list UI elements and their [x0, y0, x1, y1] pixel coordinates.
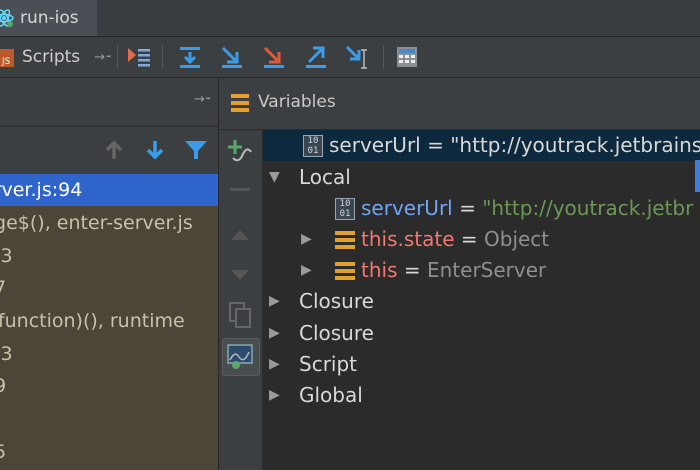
- variable-row[interactable]: ▶ this.state = Object: [263, 224, 700, 255]
- scope-script[interactable]: ▶ Script: [263, 349, 700, 380]
- toolbar-divider: [383, 45, 384, 69]
- evaluate-expression-icon[interactable]: [392, 37, 422, 77]
- variables-side-toolbar: [219, 130, 263, 470]
- variables-header: Variables: [219, 78, 700, 130]
- equals-sign: =: [420, 133, 451, 157]
- remove-watch-icon[interactable]: [230, 188, 250, 191]
- collapsed-arrow-icon[interactable]: ▶: [269, 318, 283, 349]
- scope-closure[interactable]: ▶ Closure: [263, 318, 700, 349]
- variable-row[interactable]: 10 01 serverUrl = "http://youtrack.jetbr: [263, 193, 700, 224]
- equals-sign: =: [452, 196, 483, 220]
- frame-item[interactable]: 39: [0, 370, 218, 402]
- step-out-icon[interactable]: [300, 37, 332, 77]
- variable-name: this: [361, 258, 398, 282]
- collapsed-arrow-icon[interactable]: ▶: [269, 286, 283, 317]
- frame-item[interactable]: [0, 403, 218, 435]
- variable-row[interactable]: ▶ this = EnterServer: [263, 255, 700, 286]
- filter-icon[interactable]: [184, 139, 208, 165]
- variable-text: this = EnterServer: [361, 255, 546, 286]
- move-down-icon[interactable]: [230, 266, 250, 285]
- copy-icon[interactable]: [229, 302, 251, 332]
- svg-text:JS: JS: [1, 57, 11, 67]
- object-icon: [335, 262, 355, 280]
- variable-text: this.state = Object: [361, 224, 549, 255]
- variables-tree: 10 01 serverUrl = "http://youtrack.jetbra…: [263, 130, 700, 470]
- frame-item[interactable]: s function)(), runtime: [0, 305, 218, 337]
- collapsed-arrow-icon[interactable]: ▶: [301, 255, 315, 286]
- new-watch-icon[interactable]: [227, 138, 253, 168]
- expanded-arrow-icon[interactable]: ▼: [269, 162, 283, 193]
- pin-icon[interactable]: →⁃: [194, 92, 211, 107]
- variable-value: "http://youtrack.jetbr: [482, 196, 694, 220]
- scope-label: Local: [299, 165, 351, 189]
- frame-item[interactable]: :63: [0, 240, 218, 272]
- variable-value: EnterServer: [426, 258, 547, 282]
- step-into-icon[interactable]: [216, 37, 248, 77]
- react-icon: [0, 9, 14, 27]
- tab-bar: run-ios: [0, 0, 700, 37]
- step-over-icon[interactable]: [174, 37, 206, 77]
- primitive-icon: 10 01: [335, 198, 355, 220]
- scope-label: Script: [299, 352, 358, 376]
- show-watches-toggle[interactable]: [222, 338, 260, 376]
- scope-label: Closure: [299, 289, 374, 313]
- frames-list: erver.js:94 nge$(), enter-server.js :63 …: [0, 174, 218, 470]
- pin-icon[interactable]: →⁃: [93, 37, 113, 77]
- equals-sign: =: [397, 258, 427, 282]
- scope-label: Closure: [299, 321, 374, 345]
- frame-item[interactable]: :63: [0, 338, 218, 370]
- force-step-into-icon[interactable]: [258, 37, 290, 77]
- variable-text: serverUrl = "http://youtrack.jetbr: [361, 193, 693, 224]
- toolbar-divider: [162, 45, 163, 69]
- show-execution-point-icon[interactable]: [124, 37, 154, 77]
- frames-header: →⁃: [0, 78, 218, 127]
- tab-label: run-ios: [20, 8, 79, 28]
- variable-name: serverUrl: [329, 133, 421, 157]
- watch-text: serverUrl = "http://youtrack.jetbrains: [329, 130, 700, 161]
- variables-title: Variables: [258, 92, 336, 112]
- run-to-cursor-icon[interactable]: [342, 37, 374, 77]
- frame-item[interactable]: 37: [0, 272, 218, 304]
- scope-local[interactable]: ▼ Local: [263, 162, 700, 193]
- tab-run-ios[interactable]: run-ios: [0, 0, 97, 36]
- scope-label: Global: [299, 383, 363, 407]
- debug-toolbar: JS Scripts →⁃: [0, 37, 700, 78]
- watch-row[interactable]: 10 01 serverUrl = "http://youtrack.jetbra…: [263, 130, 700, 161]
- variables-icon: [231, 94, 249, 112]
- primitive-icon: 10 01: [303, 135, 323, 157]
- collapsed-arrow-icon[interactable]: ▶: [269, 380, 283, 411]
- variable-name: this.state: [361, 227, 455, 251]
- arrow-up-icon[interactable]: [104, 139, 124, 165]
- arrow-down-icon[interactable]: [145, 139, 165, 165]
- variable-value: "http://youtrack.jetbrains: [450, 133, 700, 157]
- collapsed-arrow-icon[interactable]: ▶: [269, 349, 283, 380]
- frame-item[interactable]: erver.js:94: [0, 174, 218, 206]
- scope-global[interactable]: ▶ Global: [263, 380, 700, 411]
- move-up-icon[interactable]: [230, 226, 250, 245]
- scripts-tab[interactable]: Scripts: [22, 37, 86, 77]
- variable-name: serverUrl: [361, 196, 453, 220]
- scripts-icon: JS: [0, 37, 18, 77]
- frames-toolbar: [0, 127, 218, 173]
- toolbar-divider: [117, 45, 118, 69]
- collapsed-arrow-icon[interactable]: ▶: [301, 224, 315, 255]
- scope-closure[interactable]: ▶ Closure: [263, 286, 700, 317]
- variable-value: Object: [484, 227, 550, 251]
- frame-item[interactable]: nge$(), enter-server.js: [0, 207, 218, 239]
- object-icon: [335, 231, 355, 249]
- frames-panel: →⁃ erver.js:94 nge$(), enter-server.js :…: [0, 78, 219, 470]
- equals-sign: =: [454, 227, 484, 251]
- frame-item[interactable]: 45: [0, 436, 218, 468]
